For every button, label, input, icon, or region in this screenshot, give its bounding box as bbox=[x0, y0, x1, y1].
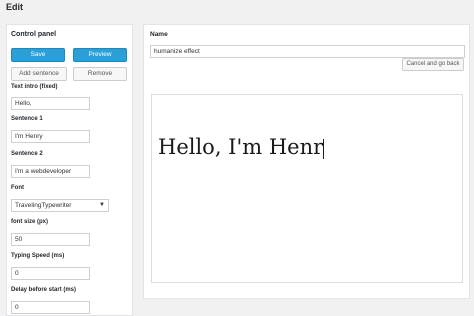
sentence1-input[interactable]: I'm Henry bbox=[11, 130, 90, 143]
editor-panel: Name humanize effect Cancel and go back … bbox=[143, 24, 470, 299]
name-label: Name bbox=[150, 31, 168, 38]
page-title: Edit bbox=[6, 2, 23, 12]
text-intro-label: Text intro (fixed) bbox=[11, 84, 58, 90]
font-select[interactable]: TravelingTypewriter ▼ bbox=[11, 199, 109, 212]
sentence1-label: Sentence 1 bbox=[11, 116, 43, 122]
control-panel-title: Control panel bbox=[11, 31, 57, 38]
typing-cursor bbox=[323, 138, 325, 159]
save-button[interactable]: Save bbox=[11, 48, 65, 62]
font-select-value: TravelingTypewriter bbox=[15, 202, 72, 209]
remove-button[interactable]: Remove bbox=[73, 67, 127, 81]
font-label: Font bbox=[11, 185, 24, 191]
preview-area: Hello, I'm Henr bbox=[151, 94, 463, 283]
text-intro-input[interactable]: Hello, bbox=[11, 97, 90, 110]
sentence2-input[interactable]: I'm a webdeveloper bbox=[11, 165, 90, 178]
cancel-button[interactable]: Cancel and go back bbox=[402, 58, 464, 71]
typing-speed-label: Typing Speed (ms) bbox=[11, 253, 65, 259]
sentence2-label: Sentence 2 bbox=[11, 151, 43, 157]
control-panel: Control panel Save Preview Add sentence … bbox=[6, 24, 133, 316]
delay-label: Delay before start (ms) bbox=[11, 287, 77, 293]
typing-speed-input[interactable]: 0 bbox=[11, 267, 90, 280]
preview-typed-text: Hello, I'm Henr bbox=[158, 135, 324, 159]
font-size-input[interactable]: 50 bbox=[11, 233, 90, 246]
chevron-down-icon: ▼ bbox=[99, 202, 105, 208]
preview-text: Hello, I'm Henr bbox=[158, 135, 325, 159]
add-sentence-button[interactable]: Add sentence bbox=[11, 67, 67, 81]
font-size-label: font size (px) bbox=[11, 219, 48, 225]
preview-button[interactable]: Preview bbox=[73, 48, 127, 62]
delay-input[interactable]: 0 bbox=[11, 301, 90, 314]
name-input[interactable]: humanize effect bbox=[150, 45, 465, 58]
